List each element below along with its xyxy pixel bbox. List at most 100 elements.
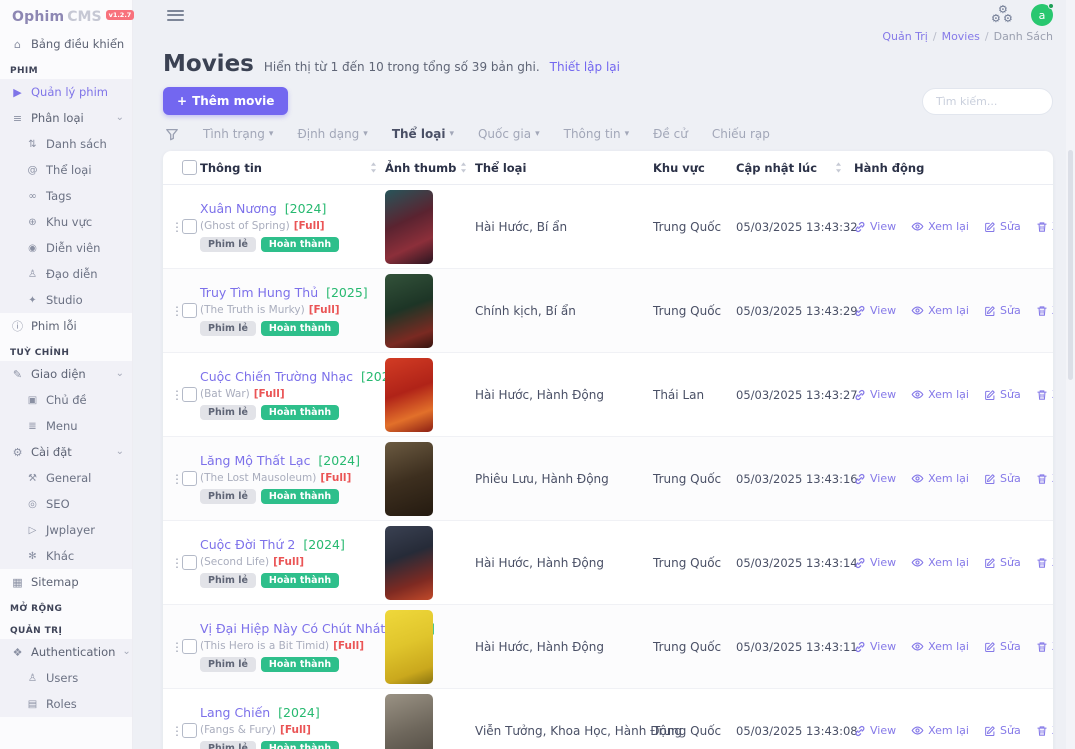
filter-tinh-trang[interactable]: Tình trạng ▾ <box>203 127 273 141</box>
delete-action[interactable]: Xoá <box>1036 388 1053 401</box>
sidebar-item-seo[interactable]: ◎ SEO <box>0 491 132 517</box>
view-action[interactable]: View <box>854 388 896 401</box>
sidebar-item-the-loai[interactable]: @ Thể loại <box>0 157 132 183</box>
page-scrollbar[interactable] <box>1066 0 1075 749</box>
row-checkbox[interactable] <box>182 723 197 738</box>
sidebar-item-roles[interactable]: ▤ Roles <box>0 691 132 717</box>
movie-title[interactable]: Truy Tìm Hung Thủ <box>200 285 318 300</box>
sidebar-item-dashboard[interactable]: ⌂ Bảng điều khiển <box>0 31 132 57</box>
view-action[interactable]: View <box>854 472 896 485</box>
movie-title[interactable]: Lang Chiến <box>200 705 270 720</box>
drag-handle-icon[interactable]: ⋮ <box>171 724 183 738</box>
movie-title[interactable]: Lăng Mộ Thất Lạc <box>200 453 310 468</box>
view-action[interactable]: View <box>854 220 896 233</box>
header-cap-nhat-luc[interactable]: Cập nhật lúc <box>736 161 850 175</box>
row-checkbox[interactable] <box>182 219 197 234</box>
scrollbar-thumb[interactable] <box>1068 150 1073 380</box>
sidebar-item-dien-vien[interactable]: ◉ Diễn viên <box>0 235 132 261</box>
sidebar-item-users[interactable]: ♙ Users <box>0 665 132 691</box>
sidebar-item-phan-loai[interactable]: ≡ Phân loại ⌄ <box>0 105 132 131</box>
sidebar-item-danh-sach[interactable]: ⇅ Danh sách <box>0 131 132 157</box>
delete-action[interactable]: Xoá <box>1036 640 1053 653</box>
header-thong-tin[interactable]: Thông tin <box>200 161 385 175</box>
sidebar-item-sitemap[interactable]: ▦ Sitemap <box>0 569 132 595</box>
sidebar-item-cai-dat[interactable]: ⚙ Cài đặt ⌄ <box>0 439 132 465</box>
edit-action[interactable]: Sửa <box>984 220 1021 233</box>
review-action[interactable]: Xem lại <box>911 472 969 485</box>
delete-action[interactable]: Xoá <box>1036 220 1053 233</box>
movie-title[interactable]: Xuân Nương <box>200 201 277 216</box>
sort-icon[interactable] <box>460 162 467 173</box>
view-action[interactable]: View <box>854 304 896 317</box>
movie-poster[interactable] <box>385 526 433 600</box>
sidebar-item-tags[interactable]: ∞ Tags <box>0 183 132 209</box>
row-checkbox[interactable] <box>182 303 197 318</box>
filter-chieu-rap[interactable]: Chiếu rạp <box>712 127 770 141</box>
drag-handle-icon[interactable]: ⋮ <box>171 388 183 402</box>
movie-poster[interactable] <box>385 358 433 432</box>
delete-action[interactable]: Xoá <box>1036 724 1053 737</box>
row-checkbox[interactable] <box>182 471 197 486</box>
sidebar-item-phim-loi[interactable]: ⓘ Phim lỗi <box>0 313 132 339</box>
settings-gears-icon[interactable]: ⚙ ⚙ ⚙ <box>991 5 1015 25</box>
delete-action[interactable]: Xoá <box>1036 304 1053 317</box>
sidebar-item-khu-vuc[interactable]: ⊕ Khu vực <box>0 209 132 235</box>
sidebar-item-chu-de[interactable]: ▣ Chủ đề <box>0 387 132 413</box>
app-logo[interactable]: OphimCMS v1.2.7 <box>0 0 132 31</box>
edit-action[interactable]: Sửa <box>984 724 1021 737</box>
review-action[interactable]: Xem lại <box>911 220 969 233</box>
breadcrumb-movies[interactable]: Movies <box>942 30 980 43</box>
add-movie-button[interactable]: + Thêm movie <box>163 87 288 115</box>
filter-the-loai[interactable]: Thể loại ▾ <box>392 127 454 141</box>
edit-action[interactable]: Sửa <box>984 556 1021 569</box>
delete-action[interactable]: Xoá <box>1036 472 1053 485</box>
view-action[interactable]: View <box>854 556 896 569</box>
drag-handle-icon[interactable]: ⋮ <box>171 556 183 570</box>
view-action[interactable]: View <box>854 640 896 653</box>
review-action[interactable]: Xem lại <box>911 640 969 653</box>
review-action[interactable]: Xem lại <box>911 304 969 317</box>
movie-poster[interactable] <box>385 442 433 516</box>
filter-dinh-dang[interactable]: Định dạng ▾ <box>297 127 367 141</box>
movie-poster[interactable] <box>385 190 433 264</box>
edit-action[interactable]: Sửa <box>984 388 1021 401</box>
movie-title[interactable]: Vị Đại Hiệp Này Có Chút Nhát <box>200 621 385 636</box>
review-action[interactable]: Xem lại <box>911 388 969 401</box>
sort-icon[interactable] <box>835 162 842 173</box>
sidebar-item-menu[interactable]: ≣ Menu <box>0 413 132 439</box>
sidebar-item-giao-dien[interactable]: ✎ Giao diện ⌄ <box>0 361 132 387</box>
filter-quoc-gia[interactable]: Quốc gia ▾ <box>478 127 540 141</box>
movie-title[interactable]: Cuộc Chiến Trường Nhạc <box>200 369 353 384</box>
drag-handle-icon[interactable]: ⋮ <box>171 640 183 654</box>
view-action[interactable]: View <box>854 724 896 737</box>
hamburger-menu-icon[interactable] <box>167 7 184 23</box>
sidebar-item-authentication[interactable]: ❖ Authentication ⌄ <box>0 639 132 665</box>
movie-poster[interactable] <box>385 694 433 749</box>
filter-de-cu[interactable]: Đề cử <box>653 127 688 141</box>
edit-action[interactable]: Sửa <box>984 304 1021 317</box>
review-action[interactable]: Xem lại <box>911 556 969 569</box>
reset-link[interactable]: Thiết lập lại <box>550 60 620 74</box>
drag-handle-icon[interactable]: ⋮ <box>171 304 183 318</box>
edit-action[interactable]: Sửa <box>984 640 1021 653</box>
sidebar-item-general[interactable]: ⚒ General <box>0 465 132 491</box>
sidebar-item-studio[interactable]: ✦ Studio <box>0 287 132 313</box>
select-all-checkbox[interactable] <box>182 160 197 175</box>
review-action[interactable]: Xem lại <box>911 724 969 737</box>
sort-icon[interactable] <box>370 162 377 173</box>
filter-thong-tin[interactable]: Thông tin ▾ <box>564 127 630 141</box>
movie-poster[interactable] <box>385 610 433 684</box>
row-checkbox[interactable] <box>182 387 197 402</box>
edit-action[interactable]: Sửa <box>984 472 1021 485</box>
row-checkbox[interactable] <box>182 639 197 654</box>
drag-handle-icon[interactable]: ⋮ <box>171 220 183 234</box>
drag-handle-icon[interactable]: ⋮ <box>171 472 183 486</box>
sidebar-item-jwplayer[interactable]: ▷ Jwplayer <box>0 517 132 543</box>
row-checkbox[interactable] <box>182 555 197 570</box>
movie-title[interactable]: Cuộc Đời Thứ 2 <box>200 537 295 552</box>
movie-poster[interactable] <box>385 274 433 348</box>
breadcrumb-quan-tri[interactable]: Quản Trị <box>882 30 928 43</box>
header-anh-thumb[interactable]: Ảnh thumb <box>385 161 475 175</box>
user-avatar[interactable]: a <box>1031 4 1053 26</box>
sidebar-item-quan-ly-phim[interactable]: ▶ Quản lý phim <box>0 79 132 105</box>
